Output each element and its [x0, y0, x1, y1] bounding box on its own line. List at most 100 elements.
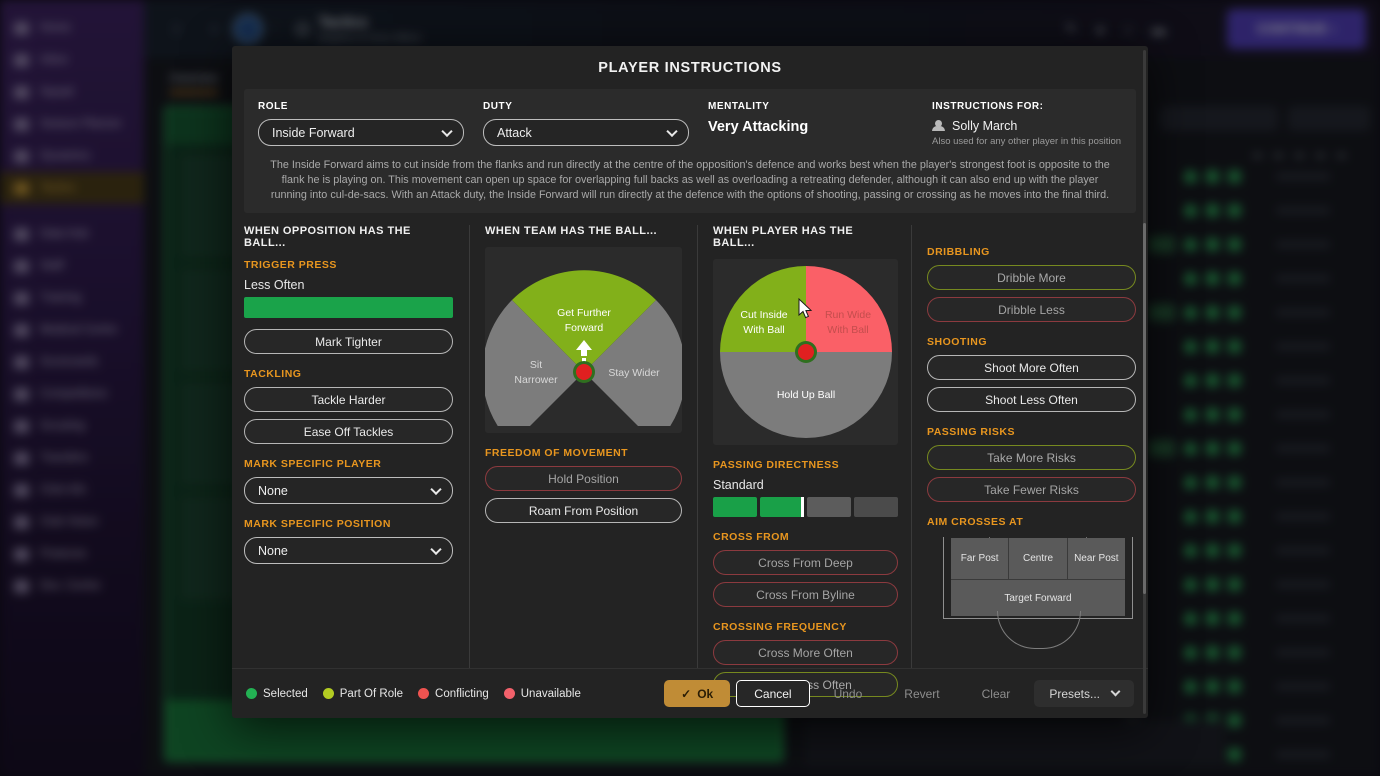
legend-item: Unavailable [503, 687, 581, 700]
ease-off-tackles-button[interactable]: Ease Off Tackles [244, 419, 453, 444]
zone-far-post[interactable]: Far Post [951, 538, 1010, 579]
legend-label: Part Of Role [339, 687, 404, 700]
team-movement-wheel[interactable]: Get Further Forward Sit Narrower Stay Wi… [485, 247, 682, 433]
mark-specific-player-dropdown[interactable]: None [244, 477, 453, 504]
svg-text:Cut Inside: Cut Inside [740, 309, 787, 321]
mark-specific-position-heading: MARK SPECIFIC POSITION [244, 518, 391, 530]
chevron-down-icon [666, 125, 678, 137]
instructions-body: WHEN OPPOSITION HAS THE BALL... TRIGGER … [244, 50, 1146, 714]
segment [760, 497, 804, 517]
mark-tighter-button[interactable]: Mark Tighter [244, 329, 453, 354]
instructions-for-label: INSTRUCTIONS FOR: [932, 101, 1044, 112]
cancel-button[interactable]: Cancel [736, 680, 810, 707]
mentality-label: MENTALITY [708, 101, 770, 112]
duty-group: DUTY Attack [483, 101, 705, 146]
hold-position-button[interactable]: Hold Position [485, 466, 682, 491]
duty-label: DUTY [483, 101, 513, 112]
legend-dot-icon [503, 688, 515, 699]
column-player: WHEN PLAYER HAS THE BALL... Cut Inside W… [698, 50, 1146, 714]
app-root: Home Inbox Squad Season Planner Dynamics Tact… [0, 0, 1380, 776]
legend-dot-icon [418, 688, 430, 699]
duty-value: Attack [497, 125, 532, 140]
trigger-press-slider[interactable] [244, 297, 453, 318]
legend-label: Selected [263, 687, 308, 700]
segment [854, 497, 898, 517]
ok-button[interactable]: ✓ Ok [664, 680, 731, 707]
player-name: Solly March [952, 119, 1018, 133]
duty-dropdown[interactable]: Attack [483, 119, 689, 146]
tackling-heading: TACKLING [244, 368, 302, 380]
legend-label: Conflicting [435, 687, 489, 700]
legend-dot-icon [322, 688, 334, 699]
chevron-down-icon [1110, 686, 1121, 697]
tackle-harder-button[interactable]: Tackle Harder [244, 387, 453, 412]
svg-text:Forward: Forward [564, 322, 603, 334]
take-fewer-risks-button[interactable]: Take Fewer Risks [927, 477, 1136, 502]
role-label: ROLE [258, 101, 288, 112]
take-more-risks-button[interactable]: Take More Risks [927, 445, 1136, 470]
column-opposition-heading: WHEN OPPOSITION HAS THE BALL... [244, 225, 411, 249]
dribble-more-button[interactable]: Dribble More [927, 265, 1136, 290]
aim-crosses-at-heading: AIM CROSSES AT [927, 516, 1024, 528]
cross-from-deep-button[interactable]: Cross From Deep [713, 550, 898, 575]
dialog-footer: Selected Part Of Role Conflicting Unavailab… [232, 668, 1148, 718]
svg-text:Get Further: Get Further [557, 307, 611, 319]
instructions-for-group: INSTRUCTIONS FOR: Solly March Also used … [932, 101, 1122, 147]
cross-target-zones: Far Post Centre Near Post Target Forward [951, 538, 1125, 616]
revert-button[interactable]: Revert [886, 680, 957, 707]
zone-centre[interactable]: Centre [1009, 538, 1068, 579]
penalty-arc [997, 611, 1081, 649]
instructions-for-player: Solly March [932, 119, 1122, 133]
shoot-more-often-button[interactable]: Shoot More Often [927, 355, 1136, 380]
legend-item: Part Of Role [322, 687, 404, 700]
svg-text:With Ball: With Ball [743, 324, 784, 336]
column-team: WHEN TEAM HAS THE BALL... Get Further Fo… [470, 225, 698, 668]
trigger-press-heading: TRIGGER PRESS [244, 259, 337, 271]
mark-specific-position-dropdown[interactable]: None [244, 537, 453, 564]
undo-button[interactable]: Undo [816, 680, 881, 707]
role-description: The Inside Forward aims to cut inside fr… [270, 159, 1110, 201]
passing-directness-value: Standard [713, 478, 764, 492]
legend-label: Unavailable [520, 687, 581, 700]
player-column-scrollbar[interactable] [1143, 50, 1146, 714]
role-header-panel: ROLE Inside Forward DUTY Attack MENTALIT… [244, 89, 1136, 213]
column-extra: DRIBBLING Dribble More Dribble Less SHOO… [912, 225, 1136, 668]
mentality-group: MENTALITY Very Attacking [708, 101, 932, 135]
svg-text:Sit: Sit [529, 359, 541, 371]
mark-specific-player-value: None [258, 483, 288, 498]
freedom-of-movement-heading: FREEDOM OF MOVEMENT [485, 447, 629, 459]
person-icon [932, 120, 945, 132]
passing-directness-slider[interactable] [713, 497, 898, 517]
cross-from-byline-button[interactable]: Cross From Byline [713, 582, 898, 607]
column-player-heading: WHEN PLAYER HAS THE BALL... [713, 225, 854, 249]
chevron-down-icon [430, 543, 442, 555]
player-ball-wheel[interactable]: Cut Inside With Ball Run Wide With Ball … [713, 259, 898, 445]
svg-text:With Ball: With Ball [827, 324, 868, 336]
shoot-less-often-button[interactable]: Shoot Less Often [927, 387, 1136, 412]
cross-more-often-button[interactable]: Cross More Often [713, 640, 898, 665]
svg-text:Stay Wider: Stay Wider [608, 367, 660, 379]
column-team-heading: WHEN TEAM HAS THE BALL... [485, 225, 657, 237]
dialog-actions: ✓ Ok Cancel Undo Revert Clear Presets... [664, 680, 1134, 707]
legend-item: Conflicting [418, 688, 489, 700]
role-dropdown[interactable]: Inside Forward [258, 119, 464, 146]
shooting-heading: SHOOTING [927, 336, 988, 348]
mentality-value: Very Attacking [708, 119, 809, 135]
presets-dropdown[interactable]: Presets... [1034, 680, 1134, 707]
role-group: ROLE Inside Forward [258, 101, 480, 146]
segment [807, 497, 851, 517]
cross-from-heading: CROSS FROM [713, 531, 790, 543]
svg-text:Run Wide: Run Wide [824, 309, 870, 321]
passing-risks-heading: PASSING RISKS [927, 426, 1015, 438]
dribble-less-button[interactable]: Dribble Less [927, 297, 1136, 322]
passing-directness-heading: PASSING DIRECTNESS [713, 459, 840, 471]
zone-near-post[interactable]: Near Post [1067, 538, 1125, 579]
player-instructions-dialog: PLAYER INSTRUCTIONS ROLE Inside Forward … [232, 46, 1148, 718]
aim-crosses-pitch: Far Post Centre Near Post Target Forward [927, 535, 1136, 649]
state-legend: Selected Part Of Role Conflicting Unavailab… [246, 688, 581, 700]
role-value: Inside Forward [272, 125, 355, 140]
legend-item: Selected [246, 688, 308, 700]
roam-from-position-button[interactable]: Roam From Position [485, 498, 682, 523]
clear-button[interactable]: Clear [964, 680, 1029, 707]
mark-specific-player-heading: MARK SPECIFIC PLAYER [244, 458, 382, 470]
